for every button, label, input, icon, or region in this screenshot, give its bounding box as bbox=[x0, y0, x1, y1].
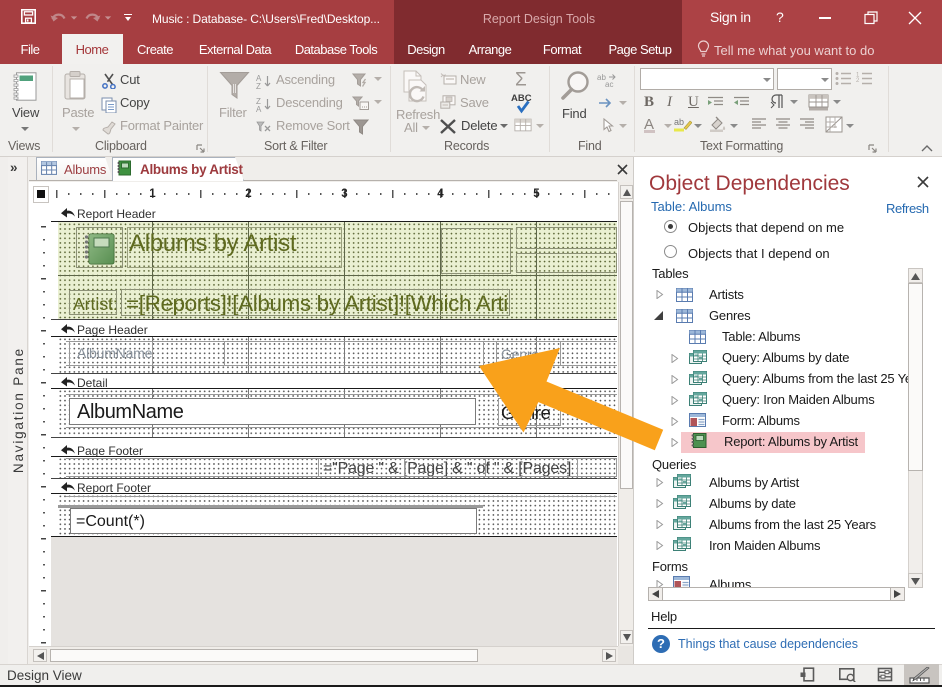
svg-text:A: A bbox=[256, 105, 262, 112]
svg-text:Σ: Σ bbox=[515, 70, 527, 89]
svg-text:ac: ac bbox=[605, 80, 613, 87]
svg-text:Z: Z bbox=[256, 82, 261, 89]
svg-text:2: 2 bbox=[856, 78, 860, 84]
svg-text:ab: ab bbox=[674, 117, 684, 127]
